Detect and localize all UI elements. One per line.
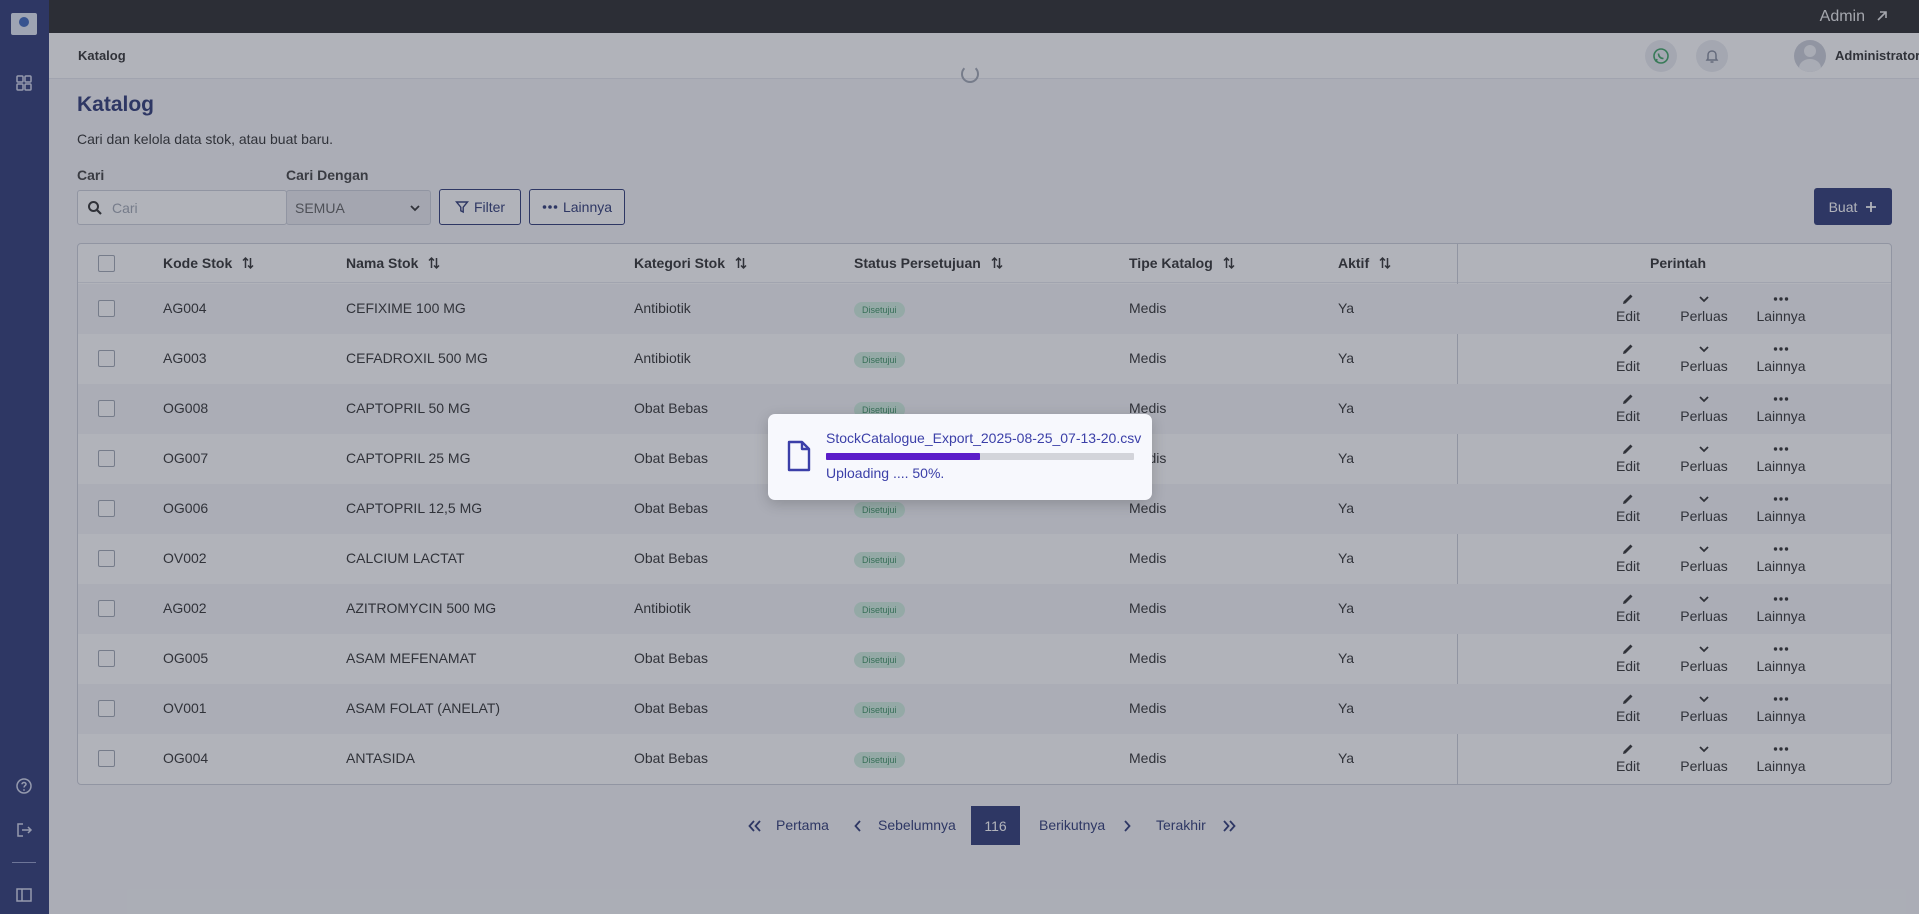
upload-status: Uploading .... 50%. xyxy=(826,465,945,481)
file-icon xyxy=(787,440,811,472)
upload-filename: StockCatalogue_Export_2025-08-25_07-13-2… xyxy=(826,430,1142,446)
upload-progress-toast: StockCatalogue_Export_2025-08-25_07-13-2… xyxy=(768,414,1152,500)
upload-progress-bar xyxy=(826,453,1134,460)
upload-progress-fill xyxy=(826,453,980,460)
